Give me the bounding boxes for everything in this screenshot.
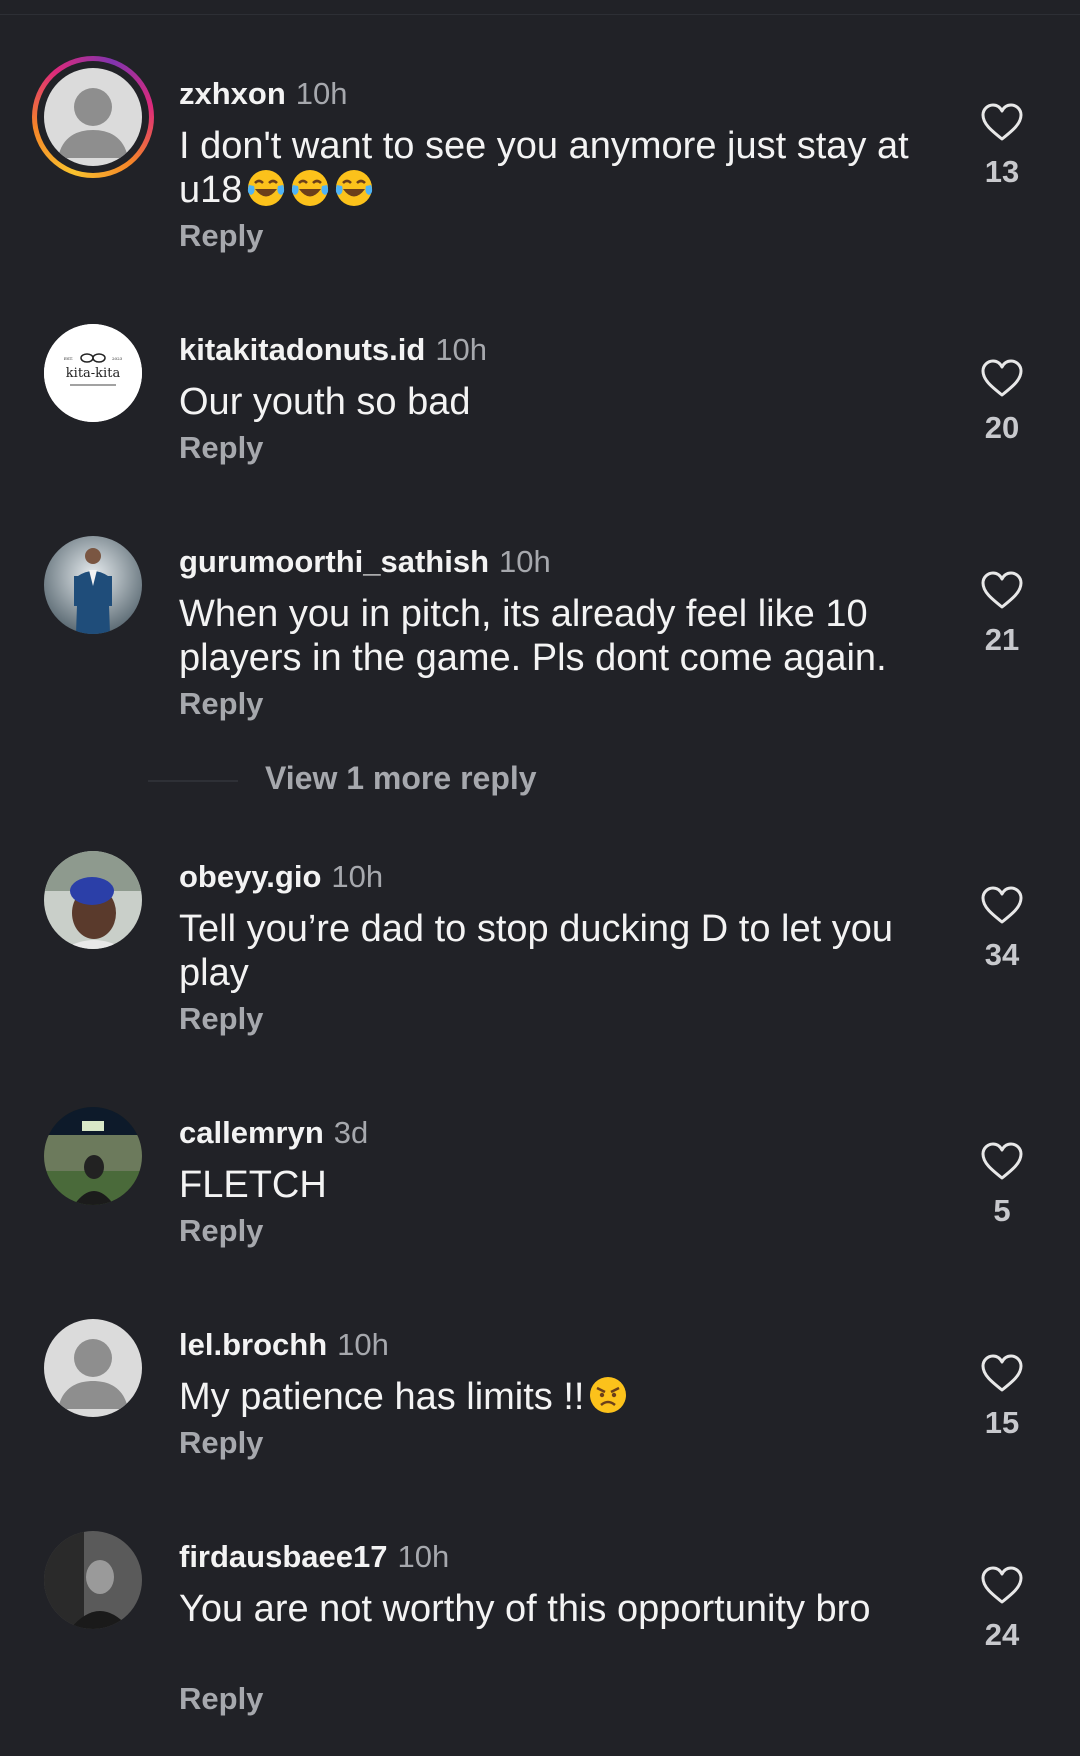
timestamp: 10h <box>435 332 488 367</box>
username[interactable]: gurumoorthi_sathish <box>179 544 489 579</box>
reply-button[interactable]: Reply <box>179 430 263 466</box>
kita-kita-logo-icon: EST. 2023 kita-kita <box>44 324 142 422</box>
avatar[interactable]: EST. 2023 kita-kita <box>44 324 142 422</box>
view-more-divider <box>148 780 238 782</box>
comment-meta: gurumoorthi_sathish 10h <box>179 544 551 580</box>
like-button[interactable]: 13 <box>976 102 1028 190</box>
heart-icon <box>981 359 1023 397</box>
default-avatar-icon <box>44 1319 142 1417</box>
photo-man-in-suit-icon <box>44 536 142 634</box>
reply-button[interactable]: Reply <box>179 1001 263 1037</box>
view-more-label[interactable]: View 1 more reply <box>265 760 537 797</box>
photo-monochrome-icon <box>44 1531 142 1629</box>
svg-text:EST.: EST. <box>64 356 73 361</box>
username[interactable]: firdausbaee17 <box>179 1539 388 1574</box>
comment-text: You are not worthy of this opportunity b… <box>179 1588 871 1630</box>
avatar[interactable] <box>44 1531 142 1629</box>
view-more-replies[interactable]: View 1 more reply <box>148 756 948 804</box>
default-avatar-icon <box>44 68 142 166</box>
reply-button[interactable]: Reply <box>179 686 263 722</box>
face-with-tears-of-joy-icon <box>290 168 330 208</box>
comment-text: FLETCH <box>179 1164 327 1206</box>
like-count: 24 <box>984 1617 1020 1652</box>
heart-icon <box>981 886 1023 924</box>
reply-button[interactable]: Reply <box>179 218 263 254</box>
angry-face-icon <box>588 1375 628 1415</box>
username[interactable]: lel.brochh <box>179 1327 327 1362</box>
comment-meta: callemryn 3d <box>179 1115 368 1151</box>
avatar[interactable] <box>44 536 142 634</box>
timestamp: 10h <box>295 76 348 111</box>
timestamp: 10h <box>397 1539 450 1574</box>
like-count: 21 <box>984 622 1020 657</box>
like-count: 15 <box>984 1405 1020 1440</box>
comment-text: I don't want to see you anymore just sta… <box>179 124 919 212</box>
comment-text: When you in pitch, its already feel like… <box>179 593 887 679</box>
username[interactable]: obeyy.gio <box>179 859 321 894</box>
heart-icon <box>981 1354 1023 1392</box>
comment-meta: lel.brochh 10h <box>179 1327 389 1363</box>
like-count: 20 <box>984 410 1020 445</box>
comment-text-content: My patience has limits !! <box>179 1376 585 1418</box>
logo-text: kita-kita <box>66 366 121 381</box>
like-button[interactable]: 24 <box>976 1565 1028 1653</box>
avatar[interactable] <box>44 1319 142 1417</box>
like-count: 34 <box>984 937 1020 972</box>
face-with-tears-of-joy-icon <box>334 168 374 208</box>
timestamp: 10h <box>337 1327 389 1362</box>
heart-icon <box>981 1142 1023 1180</box>
username[interactable]: zxhxon <box>179 76 286 111</box>
like-count: 13 <box>984 154 1020 189</box>
comment-text: Tell you’re dad to stop ducking D to let… <box>179 908 893 994</box>
heart-icon <box>981 571 1023 609</box>
avatar[interactable] <box>44 1107 142 1205</box>
top-divider <box>0 0 1080 15</box>
photo-blue-hair-icon <box>44 851 142 949</box>
comment-text: My patience has limits !! <box>179 1375 939 1419</box>
heart-icon <box>981 1566 1023 1604</box>
like-button[interactable]: 34 <box>976 885 1028 973</box>
photo-stadium-icon <box>44 1107 142 1205</box>
avatar[interactable] <box>44 851 142 949</box>
timestamp: 10h <box>499 544 551 579</box>
comment-meta: firdausbaee17 10h <box>179 1539 449 1575</box>
avatar[interactable] <box>44 68 142 166</box>
heart-icon <box>981 103 1023 141</box>
reply-button[interactable]: Reply <box>179 1425 263 1461</box>
comment-text-content: I don't want to see you anymore just sta… <box>179 125 909 211</box>
timestamp: 3d <box>333 1115 369 1150</box>
timestamp: 10h <box>331 859 384 894</box>
like-button[interactable]: 5 <box>976 1141 1028 1229</box>
reply-button[interactable]: Reply <box>179 1213 263 1249</box>
svg-text:2023: 2023 <box>112 356 123 361</box>
comment-meta: obeyy.gio 10h <box>179 859 383 895</box>
comment-meta: kitakitadonuts.id 10h <box>179 332 487 368</box>
username[interactable]: kitakitadonuts.id <box>179 332 425 367</box>
username[interactable]: callemryn <box>179 1115 324 1150</box>
like-count: 5 <box>993 1193 1011 1228</box>
like-button[interactable]: 20 <box>976 358 1028 446</box>
comment-meta: zxhxon 10h <box>179 76 348 112</box>
comment-text: Our youth so bad <box>179 381 471 423</box>
like-button[interactable]: 15 <box>976 1353 1028 1441</box>
reply-button[interactable]: Reply <box>179 1681 263 1717</box>
face-with-tears-of-joy-icon <box>246 168 286 208</box>
like-button[interactable]: 21 <box>976 570 1028 658</box>
